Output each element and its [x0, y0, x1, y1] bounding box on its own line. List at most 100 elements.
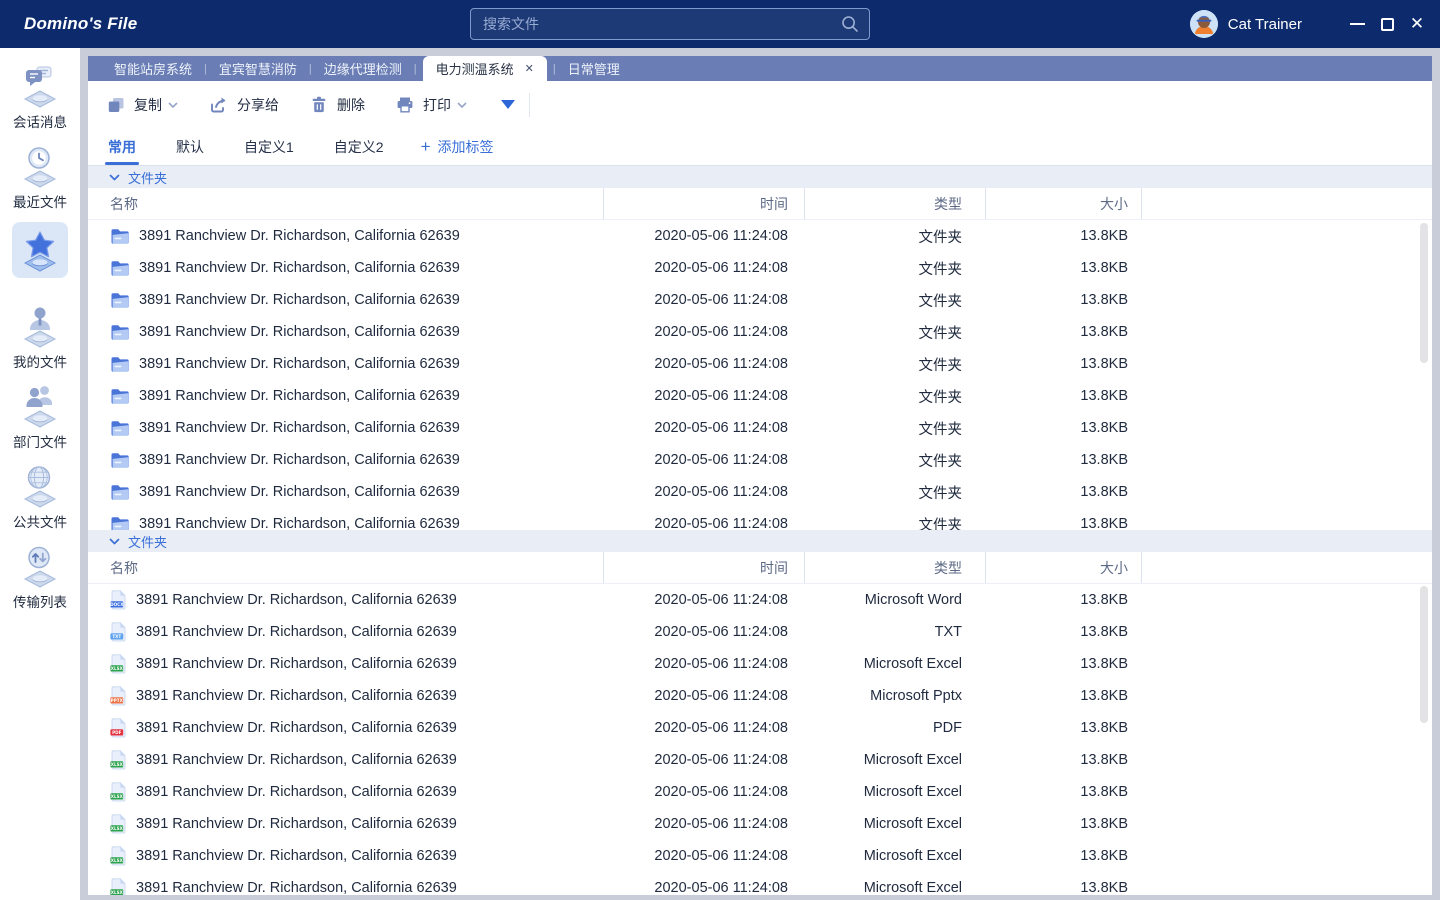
delete-button[interactable]: 删除 — [309, 95, 365, 115]
column-header-name: 名称 — [88, 188, 603, 219]
tab-divider: | — [309, 63, 312, 75]
cell-time: 2020-05-06 11:24:08 — [603, 848, 804, 864]
sidebar-item-label: 会话消息 — [13, 111, 67, 131]
vertical-scrollbar[interactable] — [1420, 586, 1428, 723]
trash-icon — [309, 95, 329, 115]
cell-size: 13.8KB — [985, 784, 1141, 800]
sidebar-item-label: 部门文件 — [13, 431, 67, 451]
table-row[interactable]: TXT3891 Ranchview Dr. Richardson, Califo… — [88, 616, 1432, 648]
tag-tab-custom1[interactable]: 自定义1 — [241, 128, 297, 165]
tag-tab-default[interactable]: 默认 — [173, 128, 207, 165]
copy-icon — [106, 95, 126, 115]
search-box[interactable] — [470, 8, 870, 40]
file-name: 3891 Ranchview Dr. Richardson, Californi… — [136, 592, 457, 608]
sidebar-item-public-files[interactable]: 公共文件 — [0, 462, 80, 542]
tab-power-temp[interactable]: 电力测温系统✕ — [423, 56, 547, 81]
vertical-scrollbar[interactable] — [1420, 223, 1428, 363]
sidebar-item-label: 传输列表 — [13, 591, 67, 611]
table-row[interactable]: PDF3891 Ranchview Dr. Richardson, Califo… — [88, 712, 1432, 744]
cell-time: 2020-05-06 11:24:08 — [603, 720, 804, 736]
table-row[interactable]: XLSX3891 Ranchview Dr. Richardson, Calif… — [88, 648, 1432, 680]
cell-size: 13.8KB — [985, 656, 1141, 672]
file-name: 3891 Ranchview Dr. Richardson, Californi… — [136, 720, 457, 736]
svg-text:XLSX: XLSX — [111, 762, 124, 767]
table-row[interactable]: 3891 Ranchview Dr. Richardson, Californi… — [88, 380, 1432, 412]
user-area: Cat Trainer ✕ — [1190, 0, 1440, 48]
search-icon[interactable] — [841, 15, 859, 33]
table-row[interactable]: XLSX 3891 Ranchview Dr. Richardson, Calif… — [88, 808, 1432, 840]
table-row[interactable]: 3891 Ranchview Dr. Richardson, Californi… — [88, 284, 1432, 316]
clock-icon — [16, 142, 64, 190]
share-button[interactable]: 分享给 — [208, 95, 279, 115]
maximize-icon[interactable] — [1372, 0, 1402, 48]
file-name-wrap: DOCX3891 Ranchview Dr. Richardson, Calif… — [110, 590, 457, 610]
add-tag-button[interactable]: +添加标签 — [421, 128, 494, 165]
cell-size: 13.8KB — [985, 592, 1141, 608]
chevron-down-icon — [168, 102, 178, 108]
file-name-wrap: 3891 Ranchview Dr. Richardson, Californi… — [110, 387, 460, 405]
sidebar: 会话消息最近文件我的文件部门文件公共文件传输列表 — [0, 48, 80, 900]
cell-type: Microsoft Excel — [804, 880, 985, 895]
table-row[interactable]: 3891 Ranchview Dr. Richardson, Californi… — [88, 444, 1432, 476]
sidebar-item-transfer-list[interactable]: 传输列表 — [0, 542, 80, 622]
table-body: DOCX3891 Ranchview Dr. Richardson, Calif… — [88, 584, 1432, 895]
cell-name: 3891 Ranchview Dr. Richardson, Californi… — [88, 259, 603, 277]
file-name-wrap: 3891 Ranchview Dr. Richardson, Californi… — [110, 515, 460, 530]
folder-icon — [110, 451, 130, 469]
table-row[interactable]: DOCX3891 Ranchview Dr. Richardson, Calif… — [88, 584, 1432, 616]
svg-text:XLSX: XLSX — [111, 826, 124, 831]
table-row[interactable]: 3891 Ranchview Dr. Richardson, Californi… — [88, 220, 1432, 252]
chevron-down-icon — [457, 102, 467, 108]
sidebar-item-my-files[interactable]: 我的文件 — [0, 302, 80, 382]
table-row[interactable]: XLSX3891 Ranchview Dr. Richardson, Calif… — [88, 840, 1432, 872]
close-icon[interactable]: ✕ — [1402, 0, 1432, 48]
table-row[interactable]: 3891 Ranchview Dr. Richardson, Californi… — [88, 252, 1432, 284]
table-row[interactable]: 3891 Ranchview Dr. Richardson, Californi… — [88, 316, 1432, 348]
xlsx-file-icon: XLSX — [110, 878, 127, 895]
section-header[interactable]: 文件夹 — [88, 166, 1432, 188]
cell-size: 13.8KB — [985, 324, 1141, 340]
table-row[interactable]: 3891 Ranchview Dr. Richardson, Californi… — [88, 348, 1432, 380]
tab-edge-proxy[interactable]: 边缘代理检测 — [318, 56, 408, 81]
file-name-wrap: TXT3891 Ranchview Dr. Richardson, Califo… — [110, 622, 457, 642]
cell-size: 13.8KB — [985, 228, 1141, 244]
cell-name: 3891 Ranchview Dr. Richardson, Californi… — [88, 419, 603, 437]
table-row[interactable]: XLSX3891 Ranchview Dr. Richardson, Calif… — [88, 872, 1432, 895]
caret-down-icon[interactable] — [501, 100, 515, 109]
sidebar-item-session-messages[interactable]: 会话消息 — [0, 62, 80, 142]
search-input[interactable] — [483, 16, 841, 32]
tag-tab-custom2[interactable]: 自定义2 — [331, 128, 387, 165]
copy-button[interactable]: 复制 — [106, 95, 178, 115]
sidebar-item-recent-files[interactable]: 最近文件 — [0, 142, 80, 222]
tab-daily-management[interactable]: 日常管理 — [562, 56, 626, 81]
table-row[interactable]: 3891 Ranchview Dr. Richardson, Californi… — [88, 412, 1432, 444]
avatar[interactable] — [1190, 10, 1218, 38]
file-name: 3891 Ranchview Dr. Richardson, Californi… — [136, 816, 457, 832]
star-icon — [12, 222, 68, 278]
sidebar-item-starred-files[interactable] — [0, 222, 80, 302]
table-row[interactable]: PPTX3891 Ranchview Dr. Richardson, Calif… — [88, 680, 1432, 712]
minimize-icon[interactable] — [1342, 0, 1372, 48]
table-row[interactable]: 3891 Ranchview Dr. Richardson, Californi… — [88, 508, 1432, 530]
txt-file-icon: TXT — [110, 622, 127, 642]
cell-time: 2020-05-06 11:24:08 — [603, 880, 804, 895]
section-header[interactable]: 文件夹 — [88, 530, 1432, 552]
cell-name: XLSX3891 Ranchview Dr. Richardson, Calif… — [88, 654, 603, 674]
tag-tab-common[interactable]: 常用 — [105, 128, 139, 165]
column-header-time: 时间 — [603, 552, 804, 583]
sidebar-item-department-files[interactable]: 部门文件 — [0, 382, 80, 462]
table-row[interactable]: 3891 Ranchview Dr. Richardson, Californi… — [88, 476, 1432, 508]
cell-type: 文件夹 — [804, 514, 985, 531]
table-row[interactable]: XLSX 3891 Ranchview Dr. Richardson, Calif… — [88, 744, 1432, 776]
tab-smart-station[interactable]: 智能站房系统 — [108, 56, 198, 81]
tab-yibin-fire[interactable]: 宜宾智慧消防 — [213, 56, 303, 81]
file-name-wrap: PDF3891 Ranchview Dr. Richardson, Califo… — [110, 718, 457, 738]
file-name: 3891 Ranchview Dr. Richardson, Californi… — [139, 388, 460, 404]
file-name-wrap: 3891 Ranchview Dr. Richardson, Californi… — [110, 419, 460, 437]
cell-type: 文件夹 — [804, 354, 985, 375]
table-row[interactable]: XLSX3891 Ranchview Dr. Richardson, Calif… — [88, 776, 1432, 808]
file-name: 3891 Ranchview Dr. Richardson, Californi… — [136, 752, 457, 768]
print-button[interactable]: 打印 — [395, 95, 467, 115]
tab-close-icon[interactable]: ✕ — [525, 62, 534, 75]
cell-time: 2020-05-06 11:24:08 — [603, 388, 804, 404]
